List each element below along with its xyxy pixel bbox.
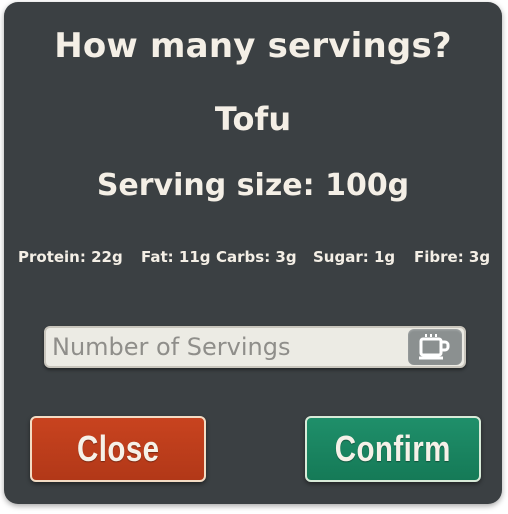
servings-field <box>44 326 466 368</box>
serving-size-label: Serving size: 100g <box>96 168 410 203</box>
close-button-label: Close <box>76 428 160 469</box>
nutrient-fibre: Fibre: 3g <box>414 248 491 266</box>
close-button[interactable]: Close <box>30 416 206 482</box>
nutrient-carbs: Carbs: 3g <box>216 248 297 266</box>
servings-dialog: How many servings? Tofu Serving size: 10… <box>4 2 502 504</box>
confirm-button[interactable]: Confirm <box>305 416 481 482</box>
nutrient-sugar: Sugar: 1g <box>313 248 396 266</box>
food-name: Tofu <box>214 100 292 138</box>
nutrient-summary: Protein: 22g Fat: 11g Carbs: 3g Sugar: 1… <box>4 248 502 270</box>
cup-button[interactable] <box>408 329 462 365</box>
cup-icon <box>419 334 450 360</box>
nutrient-protein: Protein: 22g <box>18 248 123 266</box>
confirm-button-label: Confirm <box>334 428 452 469</box>
servings-input[interactable] <box>52 330 402 364</box>
nutrient-fat: Fat: 11g <box>141 248 211 266</box>
dialog-title: How many servings? <box>54 26 452 66</box>
